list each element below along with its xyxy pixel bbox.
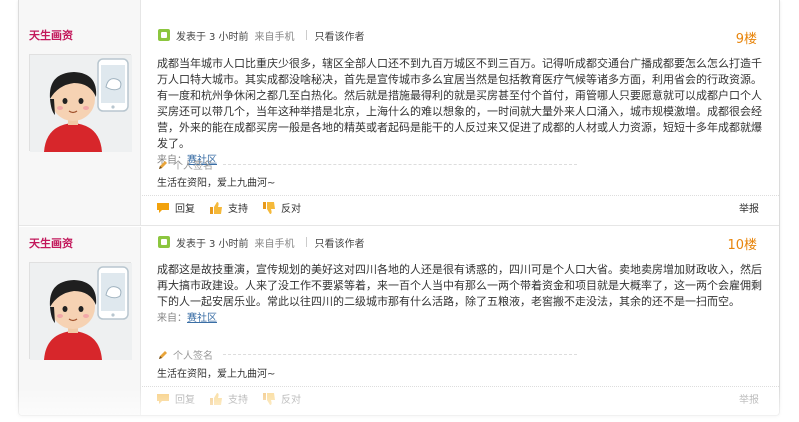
support-label: 支持: [228, 395, 248, 406]
post-actions: 回复 支持 反对 举报: [142, 195, 779, 219]
signature-divider: [223, 164, 577, 165]
oppose-button[interactable]: 反对: [262, 391, 301, 406]
support-button[interactable]: 支持: [209, 391, 248, 406]
author-only-link[interactable]: 只看该作者: [315, 28, 365, 43]
signature-label: 个人签名: [173, 351, 213, 362]
post-author-panel: 天生画资: [19, 227, 141, 415]
post-time: 3 小时前: [209, 31, 249, 43]
support-label: 支持: [228, 204, 248, 215]
post-body-text: 成都这是故技重演，宣传规划的美好这对四川各地的人还是很有诱惑的，四川可是个人口大…: [157, 263, 762, 308]
source-label: 来自：: [157, 313, 187, 324]
oppose-button[interactable]: 反对: [262, 200, 301, 215]
avatar[interactable]: [29, 262, 132, 360]
post: 天生画资: [19, 227, 779, 415]
meta-divider: [305, 237, 307, 247]
reply-button[interactable]: 回复: [156, 391, 195, 406]
avatar-image: [30, 263, 132, 360]
signature-divider: [223, 354, 577, 355]
signature-text: 生活在资阳，爱上九曲河~: [157, 369, 276, 380]
thumbs-up-icon: [210, 201, 222, 214]
post-time: 3 小时前: [209, 238, 249, 250]
author-name[interactable]: 天生画资: [29, 27, 73, 43]
floor-number: 10楼: [727, 238, 757, 253]
reply-icon: [157, 393, 169, 404]
reply-label: 回复: [175, 204, 195, 215]
pen-icon: [159, 160, 167, 169]
reply-icon: [157, 202, 169, 213]
support-button[interactable]: 支持: [209, 200, 248, 215]
post-meta: 发表于 3 小时前 来自手机 只看该作者: [158, 234, 365, 250]
meta-divider: [305, 30, 307, 40]
post-source-line: 来自：赛社区: [157, 311, 762, 327]
post-flag-icon: [158, 236, 170, 248]
post-content: 成都当年城市人口比重庆少很多，辖区全部人口还不到九百万城区不到三百万。记得听成都…: [157, 56, 762, 169]
post-content: 成都这是故技重演，宣传规划的美好这对四川各地的人还是很有诱惑的，四川可是个人口大…: [157, 262, 762, 327]
post-flag-icon: [158, 29, 170, 41]
post-main: 发表于 3 小时前 来自手机 只看该作者 9楼 成都当年城市人口比重庆少很多，辖…: [142, 0, 779, 225]
post-main: 发表于 3 小时前 来自手机 只看该作者 10楼 成都这是故技重演，宣传规划的美…: [142, 227, 779, 415]
thumbs-down-icon: [263, 392, 275, 405]
posted-label: 发表于: [176, 238, 206, 250]
post-body-text: 成都当年城市人口比重庆少很多，辖区全部人口还不到九百万城区不到三百万。记得听成都…: [157, 57, 762, 150]
source-link[interactable]: 赛社区: [187, 313, 217, 324]
floor-number: 9楼: [735, 32, 757, 47]
avatar[interactable]: [29, 54, 132, 152]
report-button[interactable]: 举报: [739, 200, 759, 215]
oppose-label: 反对: [281, 395, 301, 406]
post: 天生画资: [19, 0, 779, 226]
report-button[interactable]: 举报: [739, 391, 759, 406]
signature-header: 个人签名: [157, 347, 577, 362]
thumbs-up-icon: [210, 392, 222, 405]
signature-label: 个人签名: [173, 161, 213, 172]
avatar-image: [30, 55, 132, 152]
post-source: 来自手机: [254, 31, 295, 43]
post-actions: 回复 支持 反对 举报: [142, 386, 779, 410]
pen-icon: [159, 350, 167, 359]
post-author-panel: 天生画资: [19, 0, 141, 225]
post-meta: 发表于 3 小时前 来自手机 只看该作者: [158, 27, 365, 43]
author-only-link[interactable]: 只看该作者: [315, 235, 365, 250]
posted-label: 发表于: [176, 31, 206, 43]
thread-container: 天生画资 发表于 3 小时前 来自手机 只看该作者 9楼 成都当年城市人口比重庆…: [18, 0, 780, 416]
post-source: 来自手机: [254, 238, 295, 250]
signature-text: 生活在资阳，爱上九曲河~: [157, 178, 276, 189]
signature-header: 个人签名: [157, 157, 577, 172]
thumbs-down-icon: [263, 201, 275, 214]
reply-button[interactable]: 回复: [156, 200, 195, 215]
oppose-label: 反对: [281, 204, 301, 215]
reply-label: 回复: [175, 395, 195, 406]
author-name[interactable]: 天生画资: [29, 235, 73, 251]
